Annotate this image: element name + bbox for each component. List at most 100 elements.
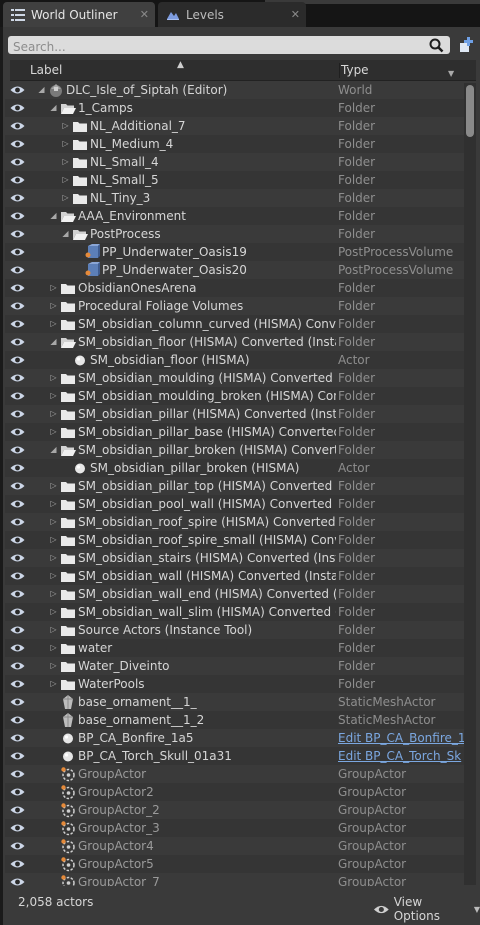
- sort-ascending-icon[interactable]: ▲: [177, 60, 184, 70]
- collapse-arrow-icon[interactable]: ◢: [37, 84, 46, 96]
- outliner-row[interactable]: PP_Underwater_Oasis20 PostProcessVolume: [5, 261, 464, 279]
- visibility-eye-icon[interactable]: [10, 265, 25, 275]
- visibility-eye-icon[interactable]: [10, 193, 25, 203]
- visibility-eye-icon[interactable]: [10, 499, 25, 509]
- expand-arrow-icon[interactable]: ▷: [61, 138, 70, 150]
- column-label-header[interactable]: Label: [30, 63, 62, 77]
- outliner-row[interactable]: GroupActor GroupActor: [5, 765, 464, 783]
- outliner-row[interactable]: ◢ SM_obsidian_pillar_broken (HISMA) Conve…: [5, 441, 464, 459]
- visibility-eye-icon[interactable]: [10, 391, 25, 401]
- visibility-eye-icon[interactable]: [10, 787, 25, 797]
- visibility-eye-icon[interactable]: [10, 337, 25, 347]
- expand-arrow-icon[interactable]: ▷: [61, 192, 70, 204]
- expand-arrow-icon[interactable]: ▷: [61, 156, 70, 168]
- outliner-row[interactable]: ▷ NL_Medium_4 Folder: [5, 135, 464, 153]
- expand-arrow-icon[interactable]: ▷: [49, 300, 58, 312]
- visibility-eye-icon[interactable]: [10, 805, 25, 815]
- visibility-eye-icon[interactable]: [10, 769, 25, 779]
- expand-arrow-icon[interactable]: ▷: [49, 426, 58, 438]
- expand-arrow-icon[interactable]: ▷: [49, 372, 58, 384]
- expand-arrow-icon[interactable]: ▷: [49, 498, 58, 510]
- visibility-eye-icon[interactable]: [10, 481, 25, 491]
- outliner-row[interactable]: base_ornament__1_2 StaticMeshActor: [5, 711, 464, 729]
- expand-arrow-icon[interactable]: ▷: [49, 390, 58, 402]
- add-filter-icon[interactable]: [458, 37, 475, 54]
- visibility-eye-icon[interactable]: [10, 175, 25, 185]
- collapse-arrow-icon[interactable]: ◢: [49, 444, 58, 456]
- visibility-eye-icon[interactable]: [10, 607, 25, 617]
- expand-arrow-icon[interactable]: ▷: [49, 480, 58, 492]
- visibility-eye-icon[interactable]: [10, 427, 25, 437]
- close-icon[interactable]: ✕: [291, 8, 300, 21]
- visibility-eye-icon[interactable]: [10, 85, 25, 95]
- outliner-row[interactable]: ▷ SM_obsidian_wall (HISMA) Converted (Ins…: [5, 567, 464, 585]
- column-dropdown-icon[interactable]: ▼: [448, 69, 454, 78]
- visibility-eye-icon[interactable]: [10, 319, 25, 329]
- outliner-row[interactable]: ▷ SM_obsidian_wall_end (HISMA) Converted …: [5, 585, 464, 603]
- visibility-eye-icon[interactable]: [10, 229, 25, 239]
- outliner-row[interactable]: ▷ water Folder: [5, 639, 464, 657]
- visibility-eye-icon[interactable]: [10, 625, 25, 635]
- search-icon[interactable]: [428, 37, 444, 53]
- outliner-row[interactable]: SM_obsidian_floor (HISMA) Actor: [5, 351, 464, 369]
- visibility-eye-icon[interactable]: [10, 661, 25, 671]
- visibility-eye-icon[interactable]: [10, 643, 25, 653]
- expand-arrow-icon[interactable]: ▷: [49, 678, 58, 690]
- outliner-row[interactable]: ▷ SM_obsidian_pillar (HISMA) Converted (I…: [5, 405, 464, 423]
- expand-arrow-icon[interactable]: ▷: [49, 552, 58, 564]
- visibility-eye-icon[interactable]: [10, 139, 25, 149]
- visibility-eye-icon[interactable]: [10, 355, 25, 365]
- outliner-row[interactable]: ▷ NL_Tiny_3 Folder: [5, 189, 464, 207]
- expand-arrow-icon[interactable]: ▷: [49, 516, 58, 528]
- column-type-header[interactable]: Type: [341, 63, 369, 77]
- outliner-row[interactable]: ▷ NL_Additional_7 Folder: [5, 117, 464, 135]
- outliner-row[interactable]: BP_CA_Torch_Skull_01a31 Edit BP_CA_Torch_…: [5, 747, 464, 765]
- view-options-button[interactable]: View Options ▼: [373, 895, 480, 923]
- visibility-eye-icon[interactable]: [10, 445, 25, 455]
- outliner-row[interactable]: GroupActor2 GroupActor: [5, 783, 464, 801]
- visibility-eye-icon[interactable]: [10, 535, 25, 545]
- visibility-eye-icon[interactable]: [10, 121, 25, 131]
- outliner-row[interactable]: ▷ SM_obsidian_roof_spire (HISMA) Converte…: [5, 513, 464, 531]
- expand-arrow-icon[interactable]: ▷: [49, 570, 58, 582]
- outliner-row[interactable]: ▷ SM_obsidian_pillar_base (HISMA) Convert…: [5, 423, 464, 441]
- outliner-row[interactable]: ▷ SM_obsidian_roof_spire_small (HISMA) Co…: [5, 531, 464, 549]
- outliner-row[interactable]: ▷ NL_Small_5 Folder: [5, 171, 464, 189]
- outliner-row[interactable]: ▷ WaterPools Folder: [5, 675, 464, 693]
- expand-arrow-icon[interactable]: ▷: [61, 174, 70, 186]
- outliner-row[interactable]: ▷ NL_Small_4 Folder: [5, 153, 464, 171]
- search-box[interactable]: [8, 36, 450, 56]
- expand-arrow-icon[interactable]: ▷: [61, 120, 70, 132]
- outliner-row[interactable]: ◢ DLC_Isle_of_Siptah (Editor) World: [5, 81, 464, 99]
- outliner-row[interactable]: ▷ SM_obsidian_pool_wall (HISMA) Converted…: [5, 495, 464, 513]
- visibility-eye-icon[interactable]: [10, 247, 25, 257]
- outliner-row[interactable]: ◢ AAA_Environment Folder: [5, 207, 464, 225]
- outliner-row[interactable]: GroupActor5 GroupActor: [5, 855, 464, 873]
- visibility-eye-icon[interactable]: [10, 283, 25, 293]
- search-input[interactable]: [8, 38, 408, 56]
- outliner-row[interactable]: ◢ SM_obsidian_floor (HISMA) Converted (In…: [5, 333, 464, 351]
- expand-arrow-icon[interactable]: ▷: [49, 282, 58, 294]
- outliner-row[interactable]: ▷ SM_obsidian_column_curved (HISMA) Conve…: [5, 315, 464, 333]
- visibility-eye-icon[interactable]: [10, 715, 25, 725]
- edit-blueprint-link[interactable]: Edit BP_CA_Bonfire_1: [338, 731, 464, 745]
- visibility-eye-icon[interactable]: [10, 733, 25, 743]
- visibility-eye-icon[interactable]: [10, 157, 25, 167]
- outliner-row[interactable]: ◢ PostProcess Folder: [5, 225, 464, 243]
- tab-levels[interactable]: Levels ✕: [158, 2, 306, 27]
- visibility-eye-icon[interactable]: [10, 859, 25, 869]
- expand-arrow-icon[interactable]: ▷: [49, 534, 58, 546]
- visibility-eye-icon[interactable]: [10, 589, 25, 599]
- outliner-row[interactable]: SM_obsidian_pillar_broken (HISMA) Actor: [5, 459, 464, 477]
- visibility-eye-icon[interactable]: [10, 823, 25, 833]
- collapse-arrow-icon[interactable]: ◢: [49, 210, 58, 222]
- visibility-eye-icon[interactable]: [10, 373, 25, 383]
- expand-arrow-icon[interactable]: ▷: [49, 408, 58, 420]
- outliner-row[interactable]: ▷ SM_obsidian_moulding_broken (HISMA) Con…: [5, 387, 464, 405]
- expand-arrow-icon[interactable]: ▷: [49, 588, 58, 600]
- visibility-eye-icon[interactable]: [10, 103, 25, 113]
- column-divider[interactable]: [339, 63, 340, 78]
- close-icon[interactable]: ✕: [140, 8, 149, 21]
- expand-arrow-icon[interactable]: ▷: [49, 318, 58, 330]
- visibility-eye-icon[interactable]: [10, 679, 25, 689]
